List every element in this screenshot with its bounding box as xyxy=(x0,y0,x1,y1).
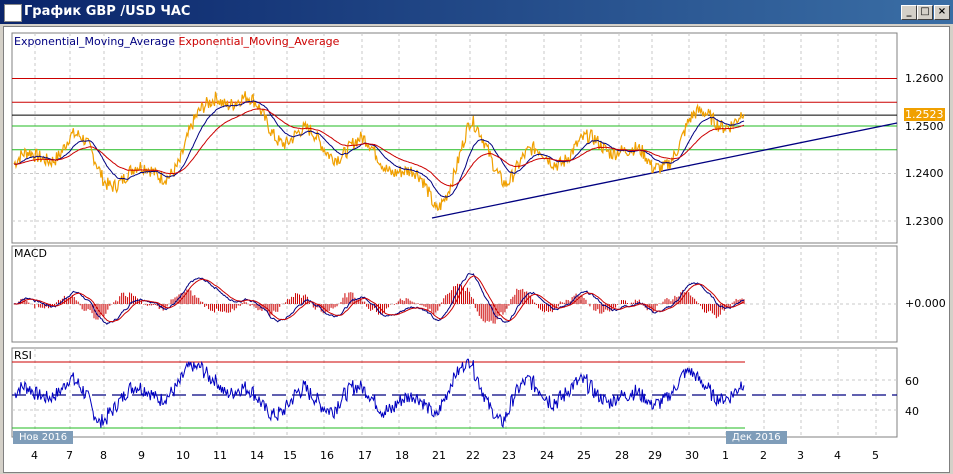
date-tick-label: 9 xyxy=(138,449,145,462)
legend-ema2: Exponential_Moving_Average xyxy=(178,35,340,48)
month-label-nov: Нов 2016 xyxy=(13,431,74,444)
price-label: 1.2300 xyxy=(905,215,944,228)
date-tick-label: 24 xyxy=(540,449,554,462)
date-tick-label: 4 xyxy=(834,449,841,462)
date-tick-label: 1 xyxy=(722,449,729,462)
date-tick-label: 15 xyxy=(283,449,297,462)
date-tick-label: 8 xyxy=(100,449,107,462)
date-tick-label: 18 xyxy=(395,449,409,462)
date-tick-label: 25 xyxy=(577,449,591,462)
date-tick-label: 21 xyxy=(432,449,446,462)
date-tick-label: 23 xyxy=(502,449,516,462)
rsi-axis-label: 60 xyxy=(905,375,919,388)
date-tick-label: 14 xyxy=(250,449,264,462)
price-label: 1.2400 xyxy=(905,167,944,180)
date-tick-label: 2 xyxy=(760,449,767,462)
rsi-label: RSI xyxy=(14,349,32,362)
date-tick-label: 29 xyxy=(648,449,662,462)
date-tick-label: 17 xyxy=(358,449,372,462)
date-tick-label: 28 xyxy=(615,449,629,462)
price-label: 1.2500 xyxy=(905,120,944,133)
date-tick-label: 7 xyxy=(66,449,73,462)
date-tick-label: 10 xyxy=(176,449,190,462)
month-label-dec: Дек 2016 xyxy=(726,431,787,444)
macd-label: MACD xyxy=(14,247,47,260)
legend: Exponential_Moving_Average Exponential_M… xyxy=(14,35,339,48)
date-tick-label: 22 xyxy=(466,449,480,462)
date-tick-label: 11 xyxy=(213,449,227,462)
chart-canvas[interactable] xyxy=(0,0,953,474)
price-label: 1.2600 xyxy=(905,72,944,85)
rsi-axis-label: 40 xyxy=(905,405,919,418)
date-tick-label: 16 xyxy=(320,449,334,462)
date-tick-label: 30 xyxy=(685,449,699,462)
legend-ema1: Exponential_Moving_Average xyxy=(14,35,175,48)
date-tick-label: 3 xyxy=(797,449,804,462)
date-tick-label: 4 xyxy=(31,449,38,462)
current-price-badge: 1.2523 xyxy=(904,108,945,121)
date-tick-label: 5 xyxy=(872,449,879,462)
macd-axis-label: +0.000 xyxy=(905,297,946,310)
